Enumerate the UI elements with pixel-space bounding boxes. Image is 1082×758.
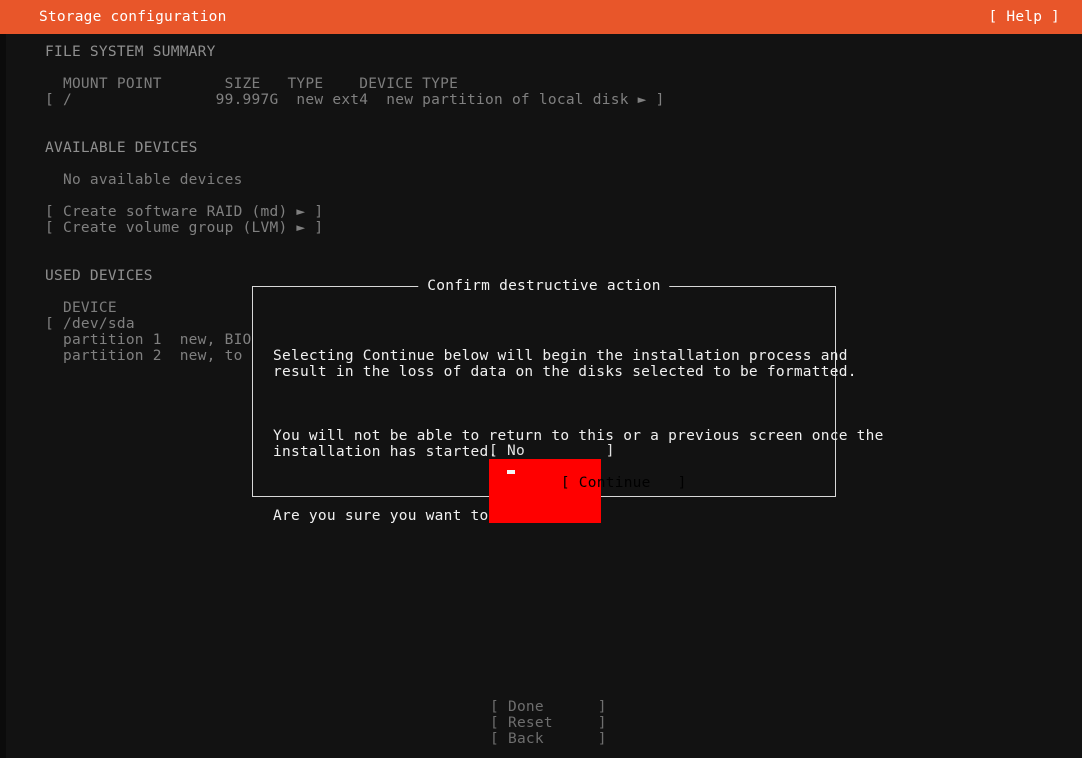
dialog-title: Confirm destructive action: [418, 278, 670, 294]
dialog-continue-button[interactable]: [ Continue ]: [489, 459, 686, 523]
done-button[interactable]: [ Done ]: [490, 699, 607, 715]
available-devices-heading: AVAILABLE DEVICES: [45, 140, 198, 156]
help-button[interactable]: [ Help ]: [989, 9, 1060, 25]
dialog-no-button[interactable]: [ No ]: [489, 443, 614, 459]
used-device-partition-2[interactable]: partition 2 new, to: [45, 348, 243, 364]
reset-button[interactable]: [ Reset ]: [490, 715, 607, 731]
page-title: Storage configuration: [39, 9, 227, 25]
used-devices-heading: USED DEVICES: [45, 268, 153, 284]
dialog-button-group: [ No ] [ Continue ]: [489, 443, 686, 523]
text-cursor: [507, 470, 515, 474]
installer-screen: Storage configuration [ Help ] FILE SYST…: [0, 0, 1082, 758]
create-software-raid-button[interactable]: [ Create software RAID (md) ► ]: [45, 204, 323, 220]
used-device-partition-1[interactable]: partition 1 new, BIO: [45, 332, 252, 348]
back-button[interactable]: [ Back ]: [490, 731, 607, 747]
used-device-row-sda[interactable]: [ /dev/sda: [45, 316, 135, 332]
confirm-destructive-action-dialog: Confirm destructive action Selecting Con…: [252, 278, 883, 524]
dialog-continue-label: [ Continue ]: [560, 475, 687, 491]
footer-button-group: [ Done ] [ Reset ] [ Back ]: [490, 699, 607, 747]
available-devices-empty-message: No available devices: [45, 172, 243, 188]
file-system-summary-columns: MOUNT POINT SIZE TYPE DEVICE TYPE: [45, 76, 459, 92]
title-bar: Storage configuration [ Help ]: [0, 0, 1082, 34]
file-system-summary-row[interactable]: [ / 99.997G new ext4 new partition of lo…: [45, 92, 665, 108]
dialog-paragraph-1: Selecting Continue below will begin the …: [273, 348, 857, 380]
used-devices-columns: DEVICE: [45, 300, 117, 316]
create-volume-group-button[interactable]: [ Create volume group (LVM) ► ]: [45, 220, 323, 236]
file-system-summary-heading: FILE SYSTEM SUMMARY: [45, 44, 216, 60]
